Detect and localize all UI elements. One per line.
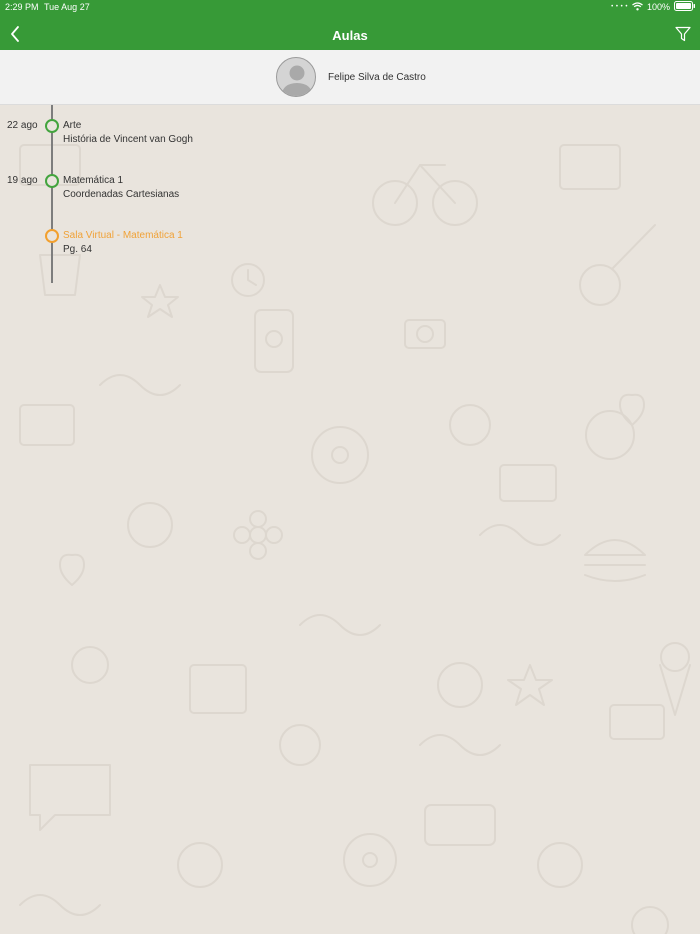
lesson-topic: História de Vincent van Gogh [63,134,193,145]
lesson-subject: Matemática 1 [63,175,124,186]
battery-percent: 100% [646,2,670,12]
pending-node-icon [45,229,59,243]
user-avatar-icon [281,65,313,96]
battery-icon [674,1,696,13]
student-name: Felipe Silva de Castro [328,72,426,83]
wifi-icon [632,1,643,13]
avatar[interactable] [276,57,316,97]
lesson-topic: Pg. 64 [63,244,92,255]
lessons-timeline: 22 ago Arte História de Vincent van Gogh… [0,105,700,305]
lesson-topic: Coordenadas Cartesianas [63,189,180,200]
completed-node-icon [45,119,59,133]
lesson-date: 19 ago [7,175,38,186]
lesson-date: 22 ago [7,120,38,131]
timeline-item[interactable]: Sala Virtual - Matemática 1 Pg. 64 [0,229,700,269]
completed-node-icon [45,174,59,188]
status-indicators: • • • • 100% [611,1,696,13]
student-header: Felipe Silva de Castro [0,50,700,105]
lesson-subject: Arte [63,120,82,131]
page-title: Aulas [332,28,368,43]
status-date: Tue Aug 27 [44,2,90,12]
app-screen: 2:29 PM Tue Aug 27 • • • • 100% Aulas Fe… [0,0,700,934]
filter-icon [675,26,691,47]
top-bar: 2:29 PM Tue Aug 27 • • • • 100% Aulas [0,0,700,50]
filter-button[interactable] [674,26,692,47]
lesson-subject: Sala Virtual - Matemática 1 [63,230,183,241]
timeline-item[interactable]: 19 ago Matemática 1 Coordenadas Cartesia… [0,174,700,214]
cellular-signal-icon: • • • • [611,4,628,10]
timeline-item[interactable]: 22 ago Arte História de Vincent van Gogh [0,119,700,159]
status-time: 2:29 PM [5,2,39,12]
